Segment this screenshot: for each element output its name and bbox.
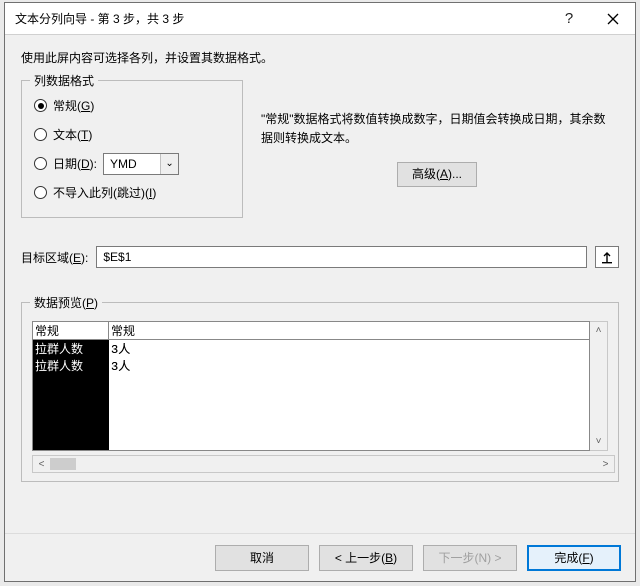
radio-skip[interactable] (34, 186, 47, 199)
preview-header-row: 常规 常规 (33, 322, 589, 340)
radio-text[interactable] (34, 128, 47, 141)
scroll-left-icon[interactable]: ˂ (33, 459, 50, 470)
radio-text-row[interactable]: 文本(T) (34, 120, 230, 149)
radio-general-label: 常规(G) (53, 97, 94, 114)
preview-grid[interactable]: 常规 常规 拉群人数 3人 拉群人数 3人 拉群人数 拉群人数 (32, 321, 590, 451)
scroll-thumb[interactable] (50, 458, 76, 470)
help-button[interactable]: ? (547, 4, 591, 34)
dialog-content: 使用此屏内容可选择各列，并设置其数据格式。 列数据格式 常规(G) 文本(T) … (5, 35, 635, 533)
date-format-value: YMD (110, 157, 137, 171)
destination-label: 目标区域(E): (21, 249, 88, 266)
close-icon (607, 13, 619, 25)
radio-skip-label: 不导入此列(跳过)(I) (53, 184, 156, 201)
format-legend: 列数据格式 (30, 72, 98, 89)
radio-text-label: 文本(T) (53, 126, 92, 143)
preview-header-1[interactable]: 常规 (33, 322, 109, 339)
scroll-right-icon[interactable]: ˃ (597, 459, 614, 470)
radio-skip-row[interactable]: 不导入此列(跳过)(I) (34, 178, 230, 207)
next-button: 下一步(N) > (423, 545, 517, 571)
radio-date-row[interactable]: 日期(D): YMD ⌄ (34, 149, 230, 178)
text-to-columns-wizard-dialog: 文本分列向导 - 第 3 步，共 3 步 ? 使用此屏内容可选择各列，并设置其数… (4, 2, 636, 582)
radio-general-row[interactable]: 常规(G) (34, 91, 230, 120)
top-row: 列数据格式 常规(G) 文本(T) 日期(D): YMD ⌄ (21, 80, 619, 218)
cancel-button[interactable]: 取消 (215, 545, 309, 571)
destination-input[interactable]: $E$1 (96, 246, 587, 268)
date-format-select[interactable]: YMD ⌄ (103, 153, 179, 175)
format-info-text: "常规"数据格式将数值转换成数字，日期值会转换成日期，其余数据则转换成文本。 (261, 110, 613, 148)
range-picker-button[interactable] (595, 246, 619, 268)
chevron-down-icon: ⌄ (160, 154, 178, 174)
finish-button[interactable]: 完成(F) (527, 545, 621, 571)
close-button[interactable] (591, 4, 635, 34)
destination-value: $E$1 (103, 250, 131, 264)
radio-date-label: 日期(D): (53, 155, 97, 172)
format-info: "常规"数据格式将数值转换成数字，日期值会转换成日期，其余数据则转换成文本。 高… (243, 80, 619, 187)
column-data-format-group: 列数据格式 常规(G) 文本(T) 日期(D): YMD ⌄ (21, 80, 243, 218)
dialog-footer: 取消 < 上一步(B) 下一步(N) > 完成(F) (5, 533, 635, 581)
advanced-button[interactable]: 高级(A)... (397, 162, 477, 187)
titlebar: 文本分列向导 - 第 3 步，共 3 步 ? (5, 3, 635, 35)
data-preview-group: 数据预览(P) 常规 常规 拉群人数 3人 拉群人数 3人 (21, 302, 619, 482)
instruction-text: 使用此屏内容可选择各列，并设置其数据格式。 (21, 49, 619, 66)
range-picker-icon (600, 250, 614, 264)
preview-vertical-scrollbar[interactable]: ˄ ˅ (590, 321, 608, 451)
scroll-up-icon[interactable]: ˄ (590, 322, 607, 339)
destination-row: 目标区域(E): $E$1 (21, 246, 619, 268)
radio-general[interactable] (34, 99, 47, 112)
scroll-down-icon[interactable]: ˅ (590, 433, 607, 450)
preview-horizontal-scrollbar[interactable]: ˂ ˃ (32, 455, 615, 473)
back-button[interactable]: < 上一步(B) (319, 545, 413, 571)
dialog-title: 文本分列向导 - 第 3 步，共 3 步 (15, 10, 547, 27)
radio-date[interactable] (34, 157, 47, 170)
preview-header-2[interactable]: 常规 (109, 322, 589, 339)
preview-legend: 数据预览(P) (30, 294, 102, 311)
